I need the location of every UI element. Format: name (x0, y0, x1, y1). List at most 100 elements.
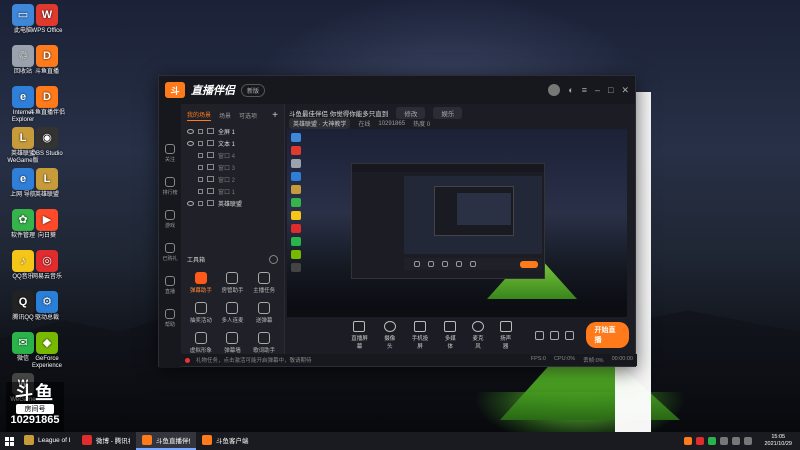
settings-gear-icon[interactable] (565, 330, 575, 340)
app-titlebar[interactable]: 斗 直播伴侣 新版 ◐ ≡ – □ ✕ (159, 76, 635, 104)
taskbar-app[interactable]: 斗鱼直播伴侣 (136, 432, 196, 450)
user-avatar[interactable] (548, 84, 561, 96)
rail-item[interactable]: 已购礼 (162, 243, 178, 262)
minimize-icon[interactable]: – (595, 85, 600, 95)
clock[interactable]: 15:05 2021/10/29 (764, 434, 792, 448)
source-control-button[interactable]: 直播屏幕 (349, 320, 370, 350)
source-control-icon (499, 320, 512, 332)
desktop-icon[interactable]: D 斗鱼直播伴侣 (26, 86, 68, 117)
tool-button[interactable]: 送弹幕 (248, 302, 280, 324)
rail-item[interactable]: 直播 (164, 276, 175, 295)
source-control-button[interactable]: 扬声器 (498, 320, 514, 350)
lock-icon[interactable] (198, 140, 203, 146)
taskbar-app[interactable]: League of Legends (18, 432, 76, 450)
lock-icon[interactable] (198, 128, 203, 134)
layer-item[interactable]: 窗口 2 (181, 173, 284, 185)
layer-item[interactable]: 窗口 1 (181, 185, 284, 197)
system-tray: 15:05 2021/10/29 (684, 434, 800, 448)
tool-button[interactable]: 主播任务 (248, 272, 280, 294)
desktop-icon[interactable]: ◉ OBS Studio (26, 127, 68, 158)
tray-app-icon[interactable] (696, 437, 705, 445)
toolbox-more-icon[interactable] (269, 255, 278, 264)
source-type-icon (207, 176, 214, 182)
tag-select[interactable]: 英雄联盟 · 大神教学 (289, 118, 351, 129)
tray-app-icon[interactable] (708, 437, 717, 445)
source-control-button[interactable]: 手机投屏 (410, 320, 431, 350)
version-pill[interactable]: 新版 (241, 83, 266, 97)
add-scene-icon[interactable]: + (272, 110, 278, 121)
tool-button[interactable]: 歌词助手 (248, 332, 280, 354)
scene-tabs: 我的场景 场景 可选项 + (181, 104, 284, 125)
layer-item[interactable]: 文本 1 (181, 137, 284, 149)
layer-item[interactable]: 窗口 4 (181, 149, 284, 161)
record-icon[interactable] (535, 330, 545, 340)
layer-label: 全屏 1 (218, 129, 236, 136)
tool-button[interactable]: 弹幕墙 (217, 332, 249, 354)
rail-label: 排行榜 (162, 190, 178, 196)
taskbar-app[interactable]: 斗鱼客户端 (196, 432, 256, 450)
desktop-icon-glyph: ⚙ (36, 291, 58, 313)
stream-preview[interactable] (287, 129, 627, 317)
rail-item[interactable]: 帮助 (164, 309, 175, 328)
lock-icon[interactable] (198, 152, 203, 158)
source-control-button[interactable]: 麦克风 (470, 320, 486, 350)
live-timer: 00:00:00 (611, 356, 633, 362)
scene-tab[interactable]: 我的场景 (187, 110, 212, 121)
tool-label: 弹幕助手 (189, 288, 212, 294)
tool-button[interactable]: 弹幕助手 (185, 272, 217, 294)
rail-item[interactable]: 游戏 (164, 210, 175, 229)
lock-icon[interactable] (198, 200, 203, 206)
stream-meta-row: 英雄联盟 · 大神教学 在线 10291865 热度 0 (289, 118, 430, 129)
tool-button[interactable]: 抽奖活动 (185, 302, 217, 324)
tray-app-icon[interactable] (720, 437, 729, 445)
close-icon[interactable]: ✕ (621, 85, 629, 96)
scene-tab[interactable]: 可选项 (239, 111, 257, 120)
start-button[interactable] (0, 432, 18, 450)
visibility-eye-icon[interactable] (187, 140, 194, 146)
menu-icon[interactable]: ≡ (582, 85, 587, 95)
lock-icon[interactable] (198, 164, 203, 170)
desktop-icon[interactable]: W WPS Office (26, 4, 68, 35)
taskbar-app-label: 斗鱼客户端 (216, 438, 249, 445)
visibility-eye-icon[interactable] (187, 128, 194, 134)
layer-item[interactable]: 英雄联盟 (181, 197, 284, 209)
desktop-icon[interactable]: L 英雄联盟 (26, 168, 68, 199)
desktop-icon-label: 向日葵 (37, 233, 56, 239)
taskbar-app[interactable]: 微博 - 腾讯视频 (76, 432, 136, 450)
desktop-icon-glyph: W (36, 4, 58, 26)
skin-icon[interactable]: ◐ (568, 85, 573, 95)
tool-label: 送弹幕 (255, 318, 273, 324)
taskbar-app-label: 斗鱼直播伴侣 (156, 438, 190, 445)
network-icon[interactable] (732, 437, 741, 445)
preview-eye-icon[interactable] (550, 330, 560, 340)
desktop-icon[interactable]: ◆ GeForce Experience (26, 332, 68, 370)
tool-icon (194, 272, 207, 284)
source-control-button[interactable]: 多媒体 (442, 320, 458, 350)
volume-icon[interactable] (744, 437, 753, 445)
visibility-eye-icon[interactable] (187, 200, 194, 206)
layer-item[interactable]: 窗口 3 (181, 161, 284, 173)
tool-button[interactable]: 房管助手 (217, 272, 249, 294)
tool-button[interactable]: 多人连麦 (217, 302, 249, 324)
toolbox-grid: 弹幕助手 房管助手 主播任务抽奖活动 多人连麦 送弹幕虚拟形象 弹幕墙 歌词助手 (181, 270, 284, 356)
category-select[interactable]: 娱乐 (433, 107, 463, 119)
desktop-icon[interactable]: ⚙ 驱动总裁 (26, 291, 68, 322)
lock-icon[interactable] (198, 176, 203, 182)
tray-app-icon[interactable] (684, 437, 693, 445)
tool-label: 多人连麦 (221, 318, 244, 324)
maximize-icon[interactable]: □ (608, 85, 613, 95)
rail-item[interactable]: 关注 (164, 144, 175, 163)
source-control-button[interactable]: 摄像头 (382, 320, 398, 350)
desktop-icon[interactable]: ◎ 网易云音乐 (26, 250, 68, 281)
layer-label: 窗口 1 (218, 189, 236, 196)
desktop-icon[interactable]: D 斗鱼直播 (26, 45, 68, 76)
rail-item[interactable]: 排行榜 (162, 177, 178, 196)
preview-desktop-icons (291, 133, 305, 272)
start-live-button[interactable]: 开始直播 (586, 322, 630, 348)
tool-button[interactable]: 虚拟形象 (185, 332, 217, 354)
taskbar-app-icon (142, 435, 152, 445)
lock-icon[interactable] (198, 188, 203, 194)
desktop-icon[interactable]: ▶ 向日葵 (26, 209, 68, 240)
scene-tab[interactable]: 场景 (219, 111, 231, 120)
layer-item[interactable]: 全屏 1 (181, 125, 284, 137)
